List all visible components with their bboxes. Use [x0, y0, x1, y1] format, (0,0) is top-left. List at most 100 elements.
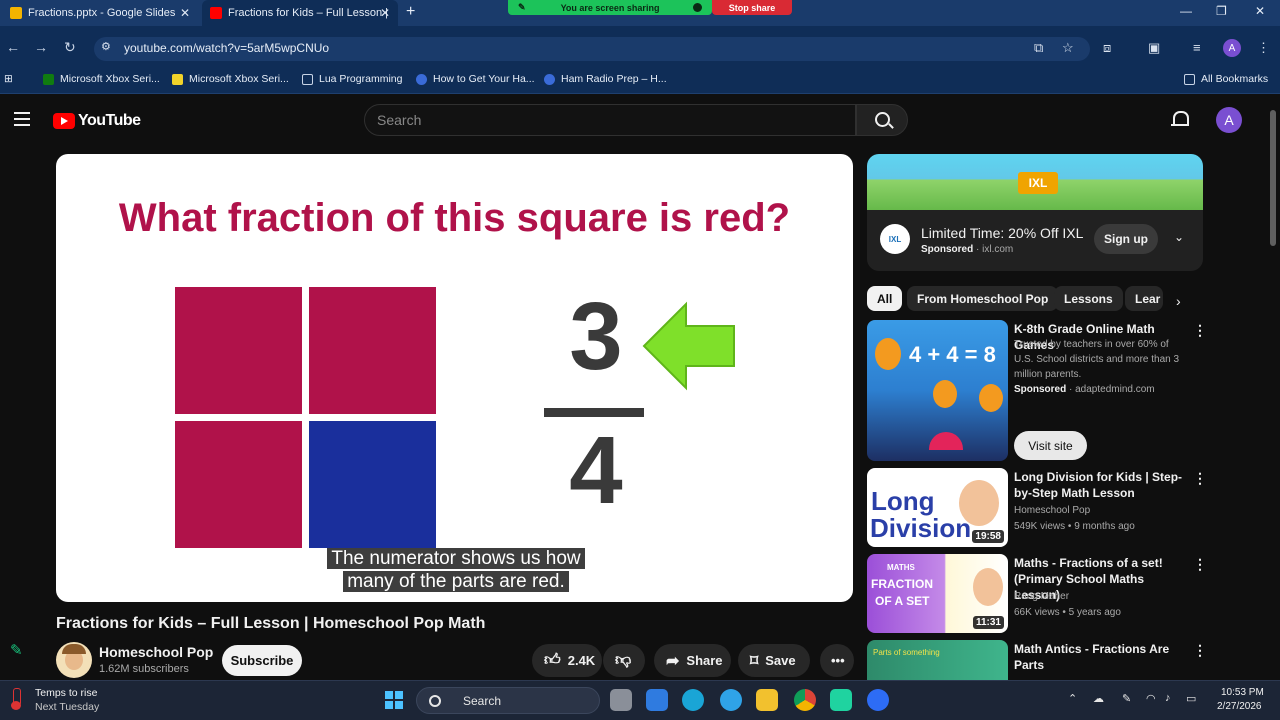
- share-button[interactable]: ➦ Share: [654, 644, 731, 677]
- app-icon[interactable]: [830, 689, 852, 711]
- visit-site-button[interactable]: Visit site: [1014, 431, 1087, 460]
- minimize-icon[interactable]: —: [1180, 4, 1192, 18]
- bookmark-star-icon[interactable]: ☆: [1062, 40, 1074, 56]
- bookmark-xbox-2[interactable]: Microsoft Xbox Seri...: [172, 73, 289, 85]
- maximize-icon[interactable]: ❐: [1216, 4, 1227, 18]
- video-player[interactable]: What fraction of this square is red? 3 4…: [56, 154, 853, 602]
- chip-lessons[interactable]: Lessons: [1054, 286, 1123, 311]
- internet-explorer-icon[interactable]: [720, 689, 742, 711]
- hamburger-menu-icon[interactable]: [14, 112, 30, 130]
- save-button[interactable]: ⌑ Save: [738, 644, 810, 677]
- annotate-pen-icon[interactable]: ✎: [10, 641, 23, 659]
- install-app-icon[interactable]: ⧉: [1034, 40, 1043, 56]
- forward-icon[interactable]: →: [34, 39, 48, 55]
- rec-menu-icon[interactable]: ⋮: [1193, 556, 1207, 573]
- bookmark-lua[interactable]: Lua Programming: [302, 73, 402, 85]
- channel-avatar[interactable]: [56, 642, 92, 678]
- rec-channel[interactable]: Rang Maher: [1014, 589, 1186, 604]
- thumbnail-math-games[interactable]: 4 + 4 = 8: [867, 320, 1008, 461]
- tab-google-slides[interactable]: Fractions.pptx - Google Slides ✕: [2, 0, 198, 26]
- bookmark-ham-2[interactable]: Ham Radio Prep – H...: [544, 73, 667, 85]
- sponsored-ad-card[interactable]: IXL IXL Limited Time: 20% Off IXL Sponso…: [867, 154, 1203, 271]
- chip-from-homeschool-pop[interactable]: From Homeschool Pop: [907, 286, 1059, 311]
- bookmark-xbox-1[interactable]: Microsoft Xbox Seri...: [43, 73, 160, 85]
- chevron-down-icon[interactable]: ⌄: [1174, 230, 1184, 244]
- task-view-icon[interactable]: [610, 689, 632, 711]
- rec-title[interactable]: Long Division for Kids | Step-by-Step Ma…: [1014, 469, 1186, 501]
- chrome-icon[interactable]: [794, 689, 816, 711]
- rec-menu-icon[interactable]: ⋮: [1193, 470, 1207, 487]
- tab-label: Fractions for Kids – Full Lesson |: [228, 7, 388, 19]
- media-controls-icon[interactable]: ≡: [1193, 40, 1201, 55]
- thumbnail-math-antics[interactable]: Parts of something: [867, 640, 1008, 680]
- globe-icon: [416, 73, 427, 85]
- youtube-play-icon: [53, 113, 75, 129]
- share-arrow-icon: ➦: [666, 652, 680, 670]
- wifi-icon[interactable]: ◠: [1146, 692, 1156, 705]
- taskbar-search[interactable]: Search: [416, 687, 600, 714]
- rec-sponsor-line: Sponsored · adaptedmind.com: [1014, 384, 1155, 395]
- subscribe-button[interactable]: Subscribe: [222, 645, 302, 676]
- chevron-right-icon[interactable]: ›: [1176, 293, 1181, 309]
- store-icon[interactable]: [646, 689, 668, 711]
- onedrive-icon[interactable]: ☁: [1093, 692, 1104, 705]
- close-icon[interactable]: ✕: [180, 6, 190, 20]
- reload-icon[interactable]: ↻: [64, 39, 76, 56]
- rec-menu-icon[interactable]: ⋮: [1193, 642, 1207, 659]
- extensions-icon[interactable]: ⧈: [1103, 40, 1111, 56]
- battery-icon[interactable]: ▭: [1186, 692, 1196, 705]
- rec-title[interactable]: Math Antics - Fractions Are Parts: [1014, 641, 1186, 673]
- pen-tray-icon[interactable]: ✎: [1122, 692, 1131, 705]
- closed-caption: The numerator shows us how many of the p…: [316, 547, 596, 593]
- fraction-denominator: 4: [569, 417, 623, 524]
- windows-start-icon[interactable]: [385, 691, 403, 709]
- rec-menu-icon[interactable]: ⋮: [1193, 322, 1207, 339]
- thumbnail-long-division[interactable]: Long Division 19:58: [867, 468, 1008, 547]
- window-close-icon[interactable]: ✕: [1255, 4, 1265, 18]
- bookmark-ham-1[interactable]: How to Get Your Ha...: [416, 73, 535, 85]
- search-input[interactable]: Search: [364, 104, 856, 136]
- stop-share-button[interactable]: Stop share: [712, 0, 792, 15]
- youtube-logo[interactable]: YouTube: [53, 112, 141, 130]
- ad-title[interactable]: Limited Time: 20% Off IXL: [921, 225, 1083, 241]
- weather-line-1[interactable]: Temps to rise: [35, 687, 97, 699]
- folder-icon: [302, 73, 313, 85]
- search-button[interactable]: [856, 104, 908, 136]
- windows-taskbar: [0, 680, 1280, 720]
- chip-all[interactable]: All: [867, 286, 903, 311]
- file-explorer-icon[interactable]: [756, 689, 778, 711]
- weather-line-2[interactable]: Next Tuesday: [35, 701, 99, 713]
- teacher-face-icon: [973, 568, 1003, 606]
- volume-icon[interactable]: ♪: [1165, 692, 1171, 704]
- clock-date[interactable]: 2/27/2026: [1217, 701, 1262, 712]
- scrollbar-thumb[interactable]: [1270, 110, 1276, 246]
- account-avatar[interactable]: A: [1216, 107, 1242, 133]
- more-actions-button[interactable]: •••: [820, 644, 854, 677]
- apps-grid-icon[interactable]: ⊞: [4, 73, 13, 85]
- thumbs-down-icon: 👎︎: [615, 652, 632, 669]
- rec-description: Trusted by teachers in over 60% of U.S. …: [1014, 339, 1180, 380]
- menu-kebab-icon[interactable]: ⋮: [1257, 40, 1270, 56]
- all-bookmarks[interactable]: All Bookmarks: [1184, 73, 1268, 85]
- site-info-icon[interactable]: ⚙: [101, 40, 111, 53]
- like-button[interactable]: 👍︎ 2.4K: [532, 644, 602, 677]
- thumbs-up-icon: 👍︎: [544, 652, 561, 669]
- sign-up-button[interactable]: Sign up: [1094, 224, 1158, 254]
- chip-learning[interactable]: Lear: [1125, 286, 1163, 311]
- zoom-icon[interactable]: [867, 689, 889, 711]
- new-tab-button[interactable]: +: [406, 3, 415, 21]
- rec-channel[interactable]: Homeschool Pop: [1014, 503, 1186, 518]
- channel-name[interactable]: Homeschool Pop: [99, 644, 213, 660]
- close-icon[interactable]: ✕: [380, 6, 390, 20]
- chevron-up-icon[interactable]: ⌃: [1068, 692, 1077, 705]
- edge-icon[interactable]: [682, 689, 704, 711]
- back-icon[interactable]: ←: [6, 39, 20, 55]
- tab-youtube[interactable]: Fractions for Kids – Full Lesson | ✕: [202, 0, 398, 26]
- cast-icon[interactable]: ▣: [1148, 40, 1160, 56]
- clock-time[interactable]: 10:53 PM: [1221, 687, 1264, 698]
- notifications-bell-icon[interactable]: [1171, 110, 1189, 130]
- profile-avatar[interactable]: A: [1223, 39, 1241, 57]
- url-text[interactable]: youtube.com/watch?v=5arM5wpCNUo: [124, 41, 329, 55]
- thumbnail-fractions-of-set[interactable]: MATHS FRACTION OF A SET 11:31: [867, 554, 1008, 633]
- dislike-button[interactable]: 👎︎: [603, 644, 645, 677]
